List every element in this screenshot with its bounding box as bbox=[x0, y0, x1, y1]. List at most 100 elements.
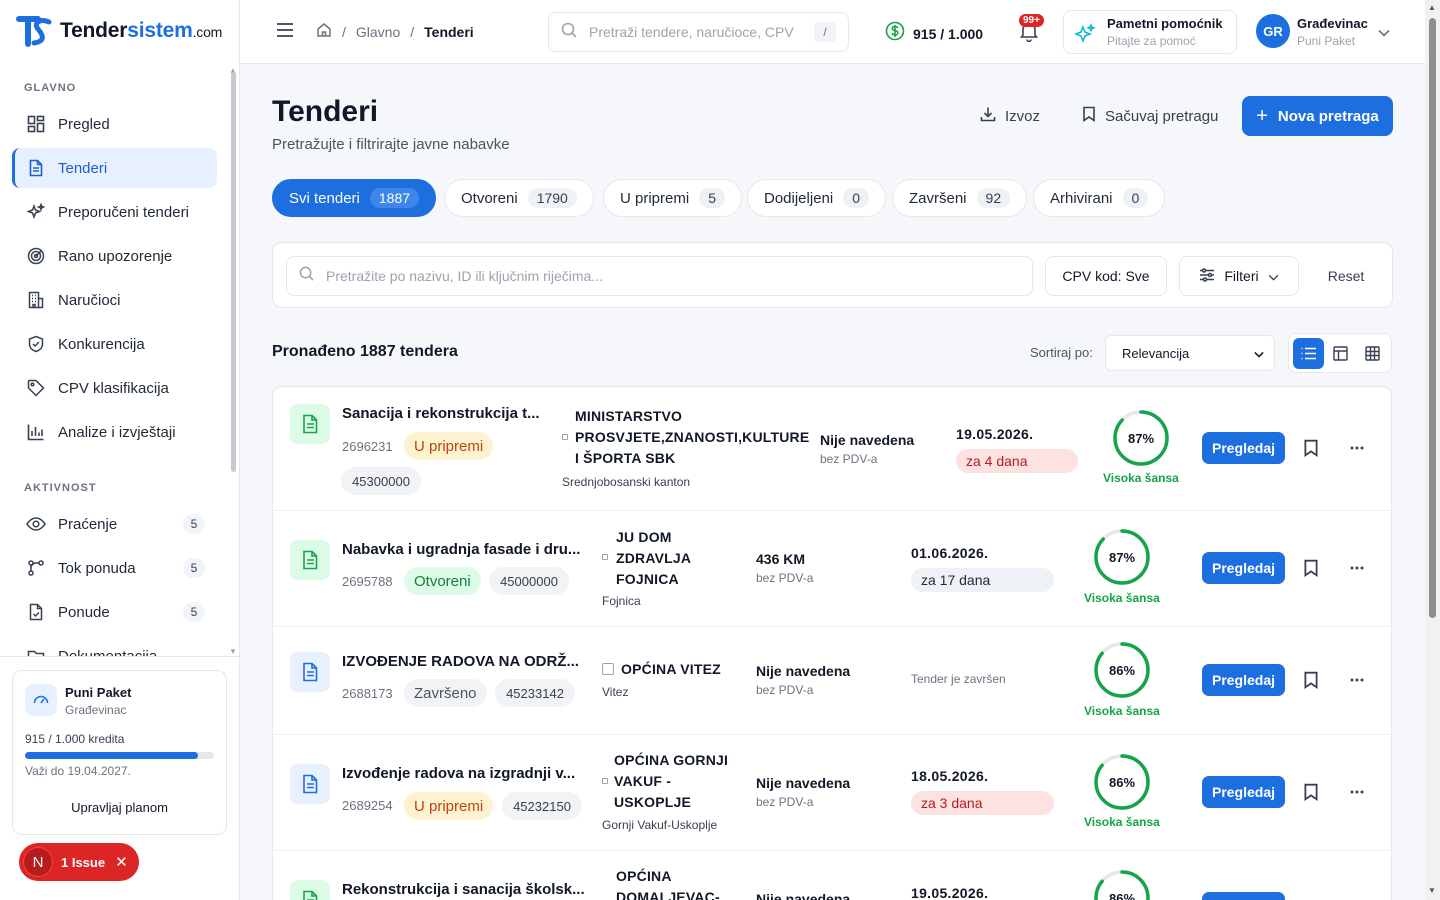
sidebar-item-pracenje[interactable]: Praćenje 5 bbox=[12, 504, 217, 544]
more-options-icon[interactable] bbox=[1347, 558, 1367, 578]
sidebar: Tendersistem.com GLAVNO Pregled Tenderi … bbox=[0, 0, 240, 900]
cpv-filter-button[interactable]: CPV kod: Sve bbox=[1045, 256, 1167, 296]
save-search-button[interactable]: Sačuvaj pretragu bbox=[1082, 106, 1218, 126]
tender-title[interactable]: Sanacija i rekonstrukcija t... bbox=[342, 405, 540, 422]
building-icon bbox=[562, 434, 568, 440]
chevron-down-icon bbox=[1254, 346, 1264, 361]
plus-icon: + bbox=[1256, 104, 1268, 127]
more-options-icon[interactable] bbox=[1347, 670, 1367, 690]
count-badge: 5 bbox=[183, 602, 205, 622]
view-tender-button[interactable]: Pregledaj bbox=[1202, 552, 1285, 584]
document-icon bbox=[290, 764, 330, 804]
tender-row[interactable]: IZVOĐENJE RADOVA NA ODRŽ... 2688173 Zavr… bbox=[273, 627, 1391, 735]
credits-indicator[interactable]: 915 / 1.000 bbox=[885, 21, 983, 46]
sidebar-item-label: Preporučeni tenderi bbox=[58, 203, 189, 221]
chance-ring: 87% bbox=[1113, 410, 1169, 466]
document-icon bbox=[290, 404, 330, 444]
tab-count: 5 bbox=[699, 188, 725, 208]
global-search-input[interactable]: Pretraži tendere, naručioce, CPV / bbox=[548, 12, 849, 52]
view-tender-button[interactable]: Pregledaj bbox=[1202, 664, 1285, 696]
tab-otvoreni[interactable]: Otvoreni 1790 bbox=[444, 179, 594, 217]
vat-note: bez PDV-a bbox=[820, 452, 878, 466]
sidebar-item-rano-upozorenje[interactable]: Rano upozorenje bbox=[12, 236, 217, 276]
main-scrollbar-thumb[interactable] bbox=[1429, 18, 1436, 618]
sidebar-item-label: Analize i izvještaji bbox=[58, 423, 176, 441]
eye-icon bbox=[26, 514, 46, 534]
scroll-down-arrow-icon[interactable]: ▼ bbox=[229, 647, 237, 656]
buyer-location: Gornji Vakuf-Uskoplje bbox=[602, 818, 718, 832]
sidebar-item-narucioci[interactable]: Naručioci bbox=[12, 280, 217, 320]
view-tender-button[interactable]: Pregledaj bbox=[1202, 776, 1285, 808]
tender-title[interactable]: Rekonstrukcija i sanacija školsk... bbox=[342, 881, 585, 898]
bookmark-icon[interactable] bbox=[1302, 559, 1320, 577]
days-left-badge: za 3 dana bbox=[911, 791, 1054, 815]
assistant-button[interactable]: Pametni pomoćnik Pitajte za pomoć bbox=[1063, 10, 1237, 54]
bookmark-icon[interactable] bbox=[1302, 439, 1320, 457]
sidebar-item-pregled[interactable]: Pregled bbox=[12, 104, 217, 144]
reset-button[interactable]: Reset bbox=[1311, 256, 1381, 296]
export-button[interactable]: Izvoz bbox=[980, 106, 1040, 126]
tender-value: 436 KM bbox=[756, 551, 806, 567]
tender-row[interactable]: Sanacija i rekonstrukcija t... 2696231 U… bbox=[273, 387, 1391, 511]
home-icon[interactable] bbox=[316, 22, 332, 41]
chance-ring: 86% bbox=[1094, 870, 1150, 900]
bookmark-icon[interactable] bbox=[1302, 671, 1320, 689]
brand-logo[interactable]: Tendersistem.com bbox=[16, 14, 222, 48]
tender-title[interactable]: Izvođenje radova na izgradnji v... bbox=[342, 765, 575, 782]
tender-row[interactable]: Rekonstrukcija i sanacija školsk... OPĆI… bbox=[273, 851, 1391, 900]
menu-icon[interactable] bbox=[276, 22, 294, 43]
sidebar-scrollbar[interactable] bbox=[231, 72, 236, 472]
notification-badge: 99+ bbox=[1019, 14, 1044, 27]
main-scrollbar[interactable]: ▲ ▼ bbox=[1425, 0, 1440, 900]
breadcrumb-item[interactable]: Glavno bbox=[356, 24, 400, 40]
tab-zavrseni[interactable]: Završeni 92 bbox=[892, 179, 1028, 217]
tab-arhivirani[interactable]: Arhivirani 0 bbox=[1033, 179, 1166, 217]
tender-row[interactable]: Izvođenje radova na izgradnji v... 26892… bbox=[273, 735, 1391, 851]
filters-button[interactable]: Filteri bbox=[1179, 256, 1299, 296]
sidebar-item-konkurencija[interactable]: Konkurencija bbox=[12, 324, 217, 364]
user-menu[interactable]: GR Građevinac Puni Paket bbox=[1256, 14, 1396, 50]
table-view-icon[interactable] bbox=[1333, 346, 1348, 366]
grid-view-icon[interactable] bbox=[1365, 346, 1380, 366]
tag-icon bbox=[26, 378, 46, 398]
scroll-down-arrow-icon[interactable]: ▼ bbox=[1428, 886, 1436, 895]
tab-svi-tenderi[interactable]: Svi tenderi 1887 bbox=[272, 179, 437, 217]
tender-row[interactable]: Nabavka i ugradnja fasade i dru... 26957… bbox=[273, 511, 1391, 627]
sidebar-item-dokumentacija[interactable]: Dokumentacija bbox=[12, 636, 217, 656]
list-view-icon[interactable] bbox=[1293, 338, 1324, 369]
buyer-location: Fojnica bbox=[602, 594, 641, 608]
bookmark-icon[interactable] bbox=[1302, 783, 1320, 801]
sidebar-item-preporuceni[interactable]: Preporučeni tenderi bbox=[12, 192, 217, 232]
tab-dodijeljeni[interactable]: Dodijeljeni 0 bbox=[747, 179, 887, 217]
tender-title[interactable]: IZVOĐENJE RADOVA NA ODRŽ... bbox=[342, 653, 579, 670]
notifications-button[interactable]: 99+ bbox=[1018, 14, 1044, 47]
sidebar-item-ponude[interactable]: Ponude 5 bbox=[12, 592, 217, 632]
tender-title[interactable]: Nabavka i ugradnja fasade i dru... bbox=[342, 541, 580, 558]
buyer-name: OPĆINA DOMALJEVAC- bbox=[616, 868, 720, 900]
assistant-title: Pametni pomoćnik bbox=[1107, 16, 1223, 31]
tender-search-input[interactable]: Pretražite po nazivu, ID ili ključnim ri… bbox=[286, 256, 1033, 296]
sidebar-item-tok-ponuda[interactable]: Tok ponuda 5 bbox=[12, 548, 217, 588]
tender-id: 2688173 bbox=[342, 686, 393, 701]
manage-plan-button[interactable]: Upravljaj planom bbox=[25, 794, 214, 820]
sort-select[interactable]: Relevancija bbox=[1105, 335, 1275, 371]
sidebar-nav[interactable]: GLAVNO Pregled Tenderi Preporučeni tende… bbox=[0, 64, 240, 656]
results-count: Pronađeno 1887 tendera bbox=[272, 343, 458, 360]
filter-bar: Pretražite po nazivu, ID ili ključnim ri… bbox=[272, 242, 1393, 308]
new-search-button[interactable]: + Nova pretraga bbox=[1242, 96, 1393, 136]
scroll-up-arrow-icon[interactable]: ▲ bbox=[1428, 3, 1436, 12]
view-tender-button[interactable] bbox=[1202, 892, 1285, 900]
tab-u-pripremi[interactable]: U pripremi 5 bbox=[603, 179, 742, 217]
sidebar-item-tenderi[interactable]: Tenderi bbox=[12, 148, 217, 188]
view-tender-button[interactable]: Pregledaj bbox=[1202, 432, 1285, 464]
sidebar-item-label: Rano upozorenje bbox=[58, 247, 173, 265]
sidebar-item-cpv[interactable]: CPV klasifikacija bbox=[12, 368, 217, 408]
more-options-icon[interactable] bbox=[1347, 438, 1367, 458]
issue-indicator[interactable]: N 1 Issue ✕ bbox=[19, 843, 139, 881]
close-icon[interactable]: ✕ bbox=[115, 853, 128, 871]
sidebar-item-label: Tenderi bbox=[58, 159, 108, 177]
tab-count: 1790 bbox=[527, 188, 577, 208]
sidebar-item-analize[interactable]: Analize i izvještaji bbox=[12, 412, 217, 452]
tab-count: 0 bbox=[1122, 188, 1149, 208]
more-options-icon[interactable] bbox=[1347, 782, 1367, 802]
